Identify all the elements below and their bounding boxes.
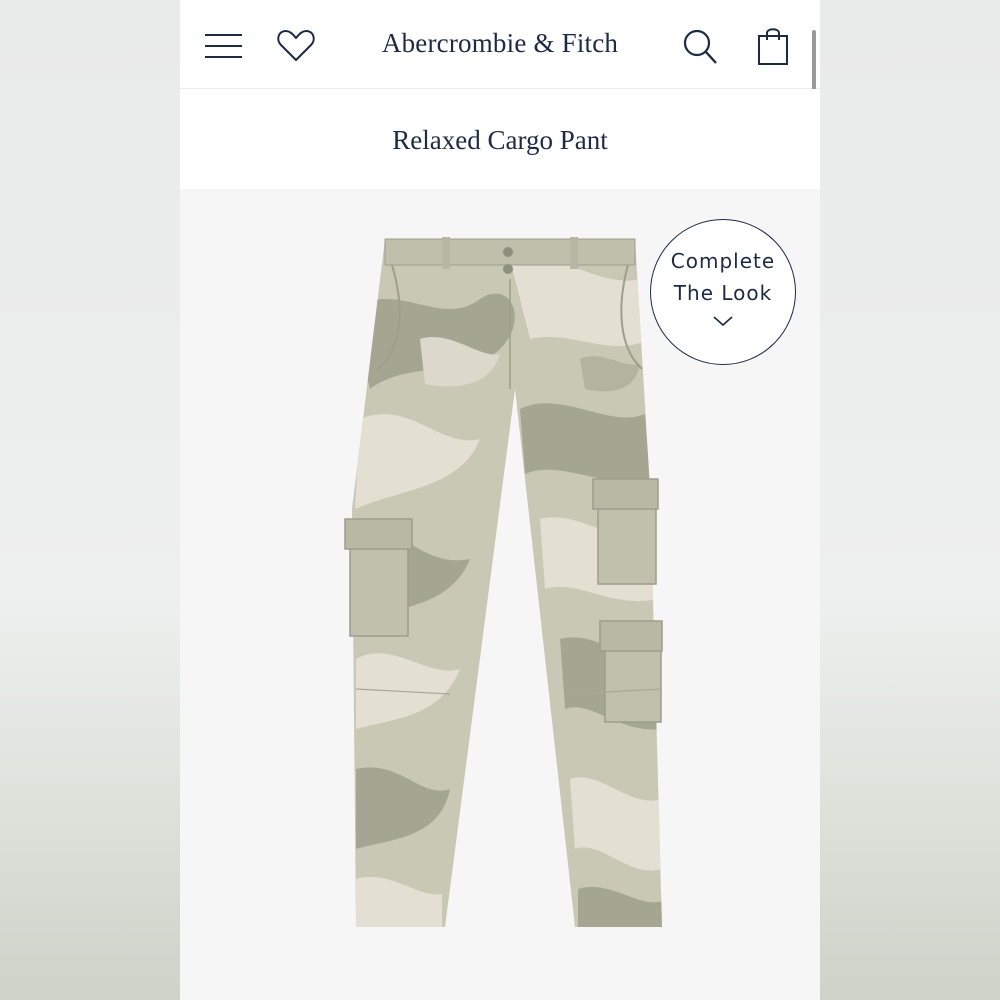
shopping-bag-button[interactable] <box>752 26 796 66</box>
product-title-bar: Relaxed Cargo Pant <box>180 89 820 189</box>
search-button[interactable] <box>678 26 722 66</box>
product-image[interactable]: Complete The Look <box>180 189 820 1000</box>
complete-the-look-button[interactable]: Complete The Look <box>650 219 796 365</box>
chevron-down-icon <box>713 316 733 327</box>
product-title: Relaxed Cargo Pant <box>392 125 608 155</box>
site-header: Abercrombie & Fitch <box>180 0 820 152</box>
right-background <box>820 0 1000 1000</box>
search-icon <box>683 29 717 64</box>
complete-the-look-line1: Complete <box>670 249 776 273</box>
mobile-page: Abercrombie & Fitch Relaxed Cargo Pant C… <box>180 0 820 1000</box>
complete-the-look-line2: The Look <box>673 281 773 305</box>
brand-logo[interactable]: Abercrombie & Fitch <box>180 28 820 59</box>
shopping-bag-icon <box>758 28 788 65</box>
left-background <box>0 0 180 1000</box>
